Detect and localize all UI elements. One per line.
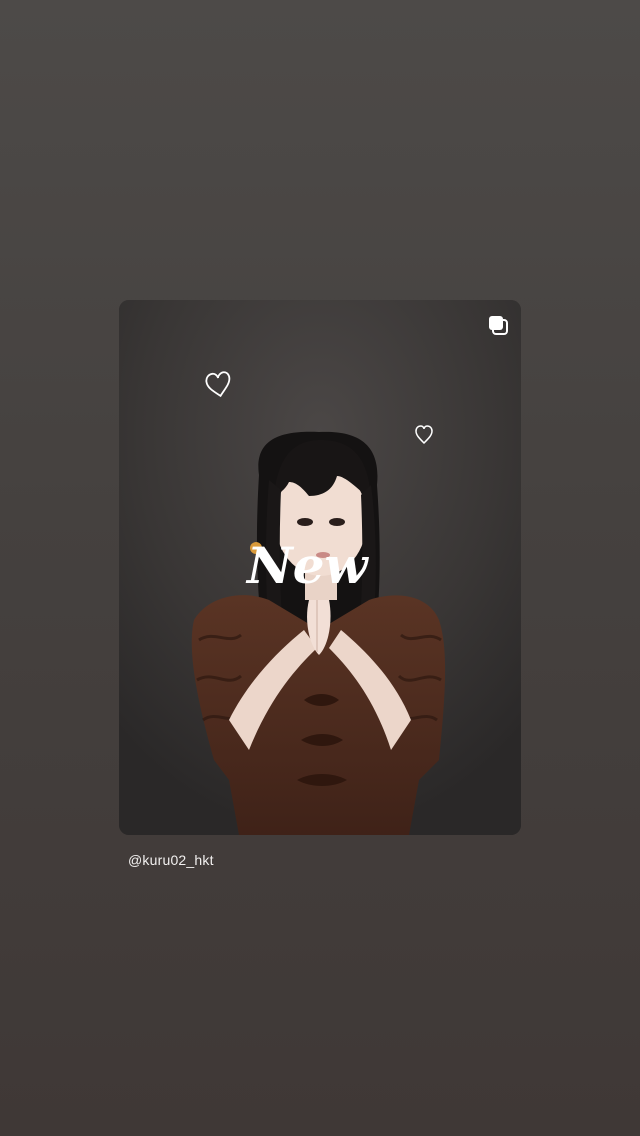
- post-author-username[interactable]: @kuru02_hkt: [128, 852, 214, 868]
- story-screen[interactable]: New @kuru02_hkt: [0, 0, 640, 1136]
- heart-doodle-icon: [205, 371, 231, 398]
- heart-doodle-icon: [415, 425, 433, 445]
- new-sticker: New: [245, 536, 370, 595]
- shared-post-card[interactable]: New: [119, 300, 521, 835]
- multiple-images-icon: [489, 316, 508, 335]
- new-sticker-text: New: [245, 536, 370, 595]
